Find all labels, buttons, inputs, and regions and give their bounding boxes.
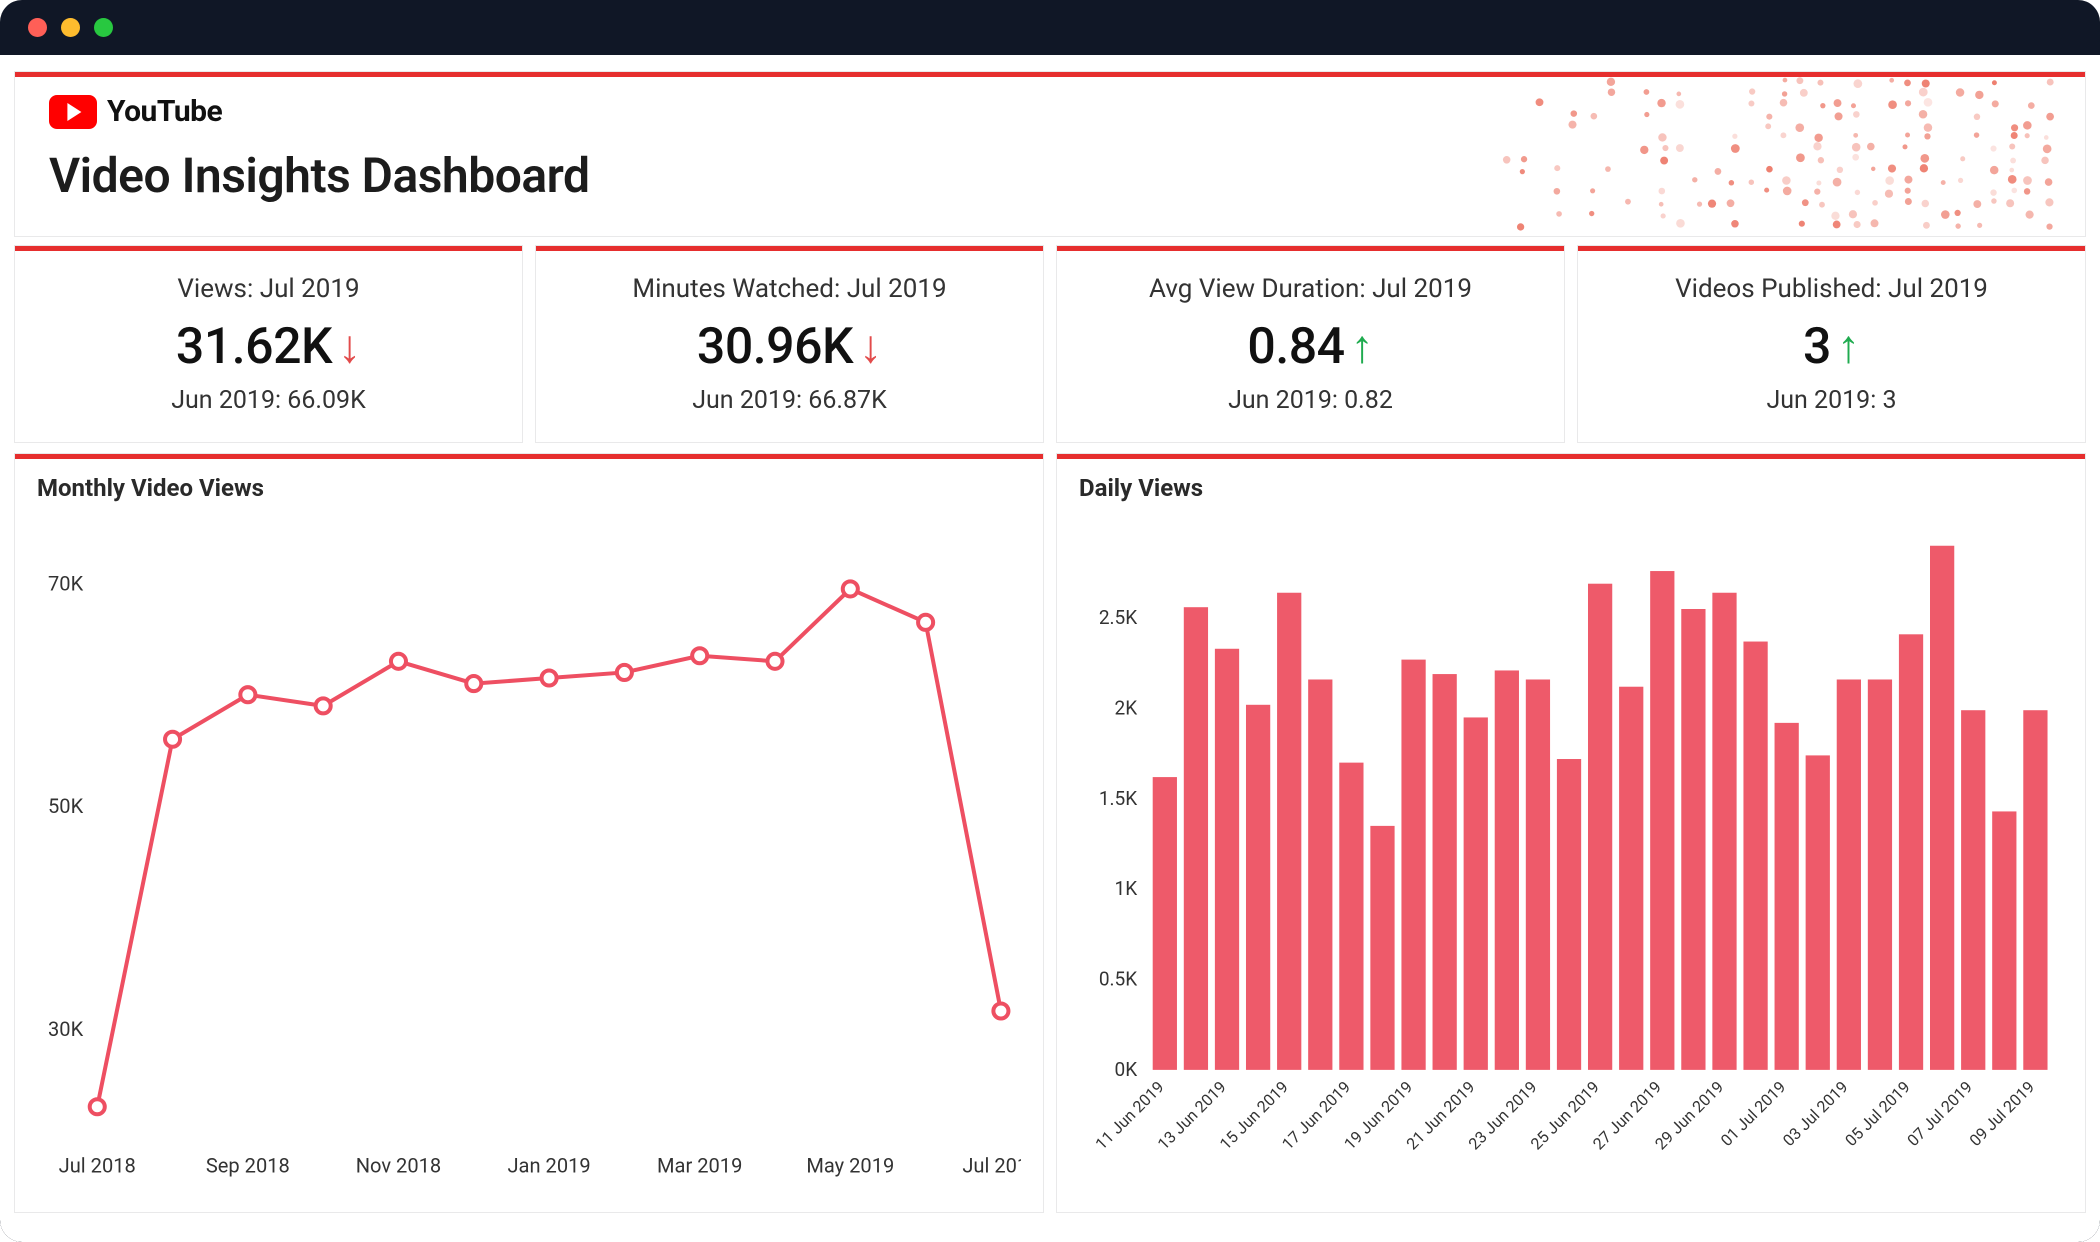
chart-title: Daily Views: [1079, 474, 2063, 502]
accent-bar: [1057, 454, 2085, 459]
kpi-card-minutes: Minutes Watched: Jul 2019 30.96K ↓ Jun 2…: [535, 245, 1044, 443]
kpi-value-row: 3 ↑: [1803, 318, 1860, 376]
accent-bar: [536, 246, 1043, 251]
window-minimize-button[interactable]: [61, 18, 80, 37]
svg-text:Sep 2018: Sep 2018: [206, 1153, 290, 1177]
svg-text:07 Jul 2019: 07 Jul 2019: [1903, 1077, 1976, 1150]
brand-row: YouTube: [49, 94, 2051, 129]
kpi-title: Views: Jul 2019: [177, 274, 359, 304]
svg-text:0.5K: 0.5K: [1099, 968, 1137, 991]
arrow-down-icon: ↓: [338, 324, 361, 370]
svg-text:1K: 1K: [1115, 877, 1138, 900]
bar-chart: 0K0.5K1K1.5K2K2.5K11 Jun 201913 Jun 2019…: [1079, 514, 2063, 1194]
arrow-up-icon: ↑: [1351, 324, 1374, 370]
kpi-comparison: Jun 2019: 66.87K: [692, 386, 887, 415]
line-chart: 30K 50K 70K Jul 2018 Sep 2018 Nov 2018 Jan 201…: [37, 514, 1021, 1194]
kpi-comparison: Jun 2019: 0.82: [1228, 386, 1393, 415]
kpi-value: 31.62K: [176, 318, 332, 376]
svg-text:May 2019: May 2019: [806, 1153, 894, 1177]
accent-bar: [1057, 246, 1564, 251]
kpi-title: Minutes Watched: Jul 2019: [632, 274, 946, 304]
kpi-row: Views: Jul 2019 31.62K ↓ Jun 2019: 66.09…: [14, 245, 2086, 443]
svg-text:2K: 2K: [1115, 696, 1138, 719]
svg-text:05 Jul 2019: 05 Jul 2019: [1841, 1077, 1914, 1150]
kpi-value: 30.96K: [697, 318, 853, 376]
window-titlebar: [0, 0, 2100, 55]
kpi-card-duration: Avg View Duration: Jul 2019 0.84 ↑ Jun 2…: [1056, 245, 1565, 443]
svg-text:Nov 2018: Nov 2018: [356, 1153, 441, 1177]
window-close-button[interactable]: [28, 18, 47, 37]
svg-text:30K: 30K: [48, 1017, 84, 1041]
kpi-title: Avg View Duration: Jul 2019: [1149, 274, 1472, 304]
svg-text:Mar 2019: Mar 2019: [657, 1153, 742, 1177]
kpi-comparison: Jun 2019: 66.09K: [171, 386, 366, 415]
header-card: YouTube Video Insights Dashboard: [14, 71, 2086, 237]
brand-name: YouTube: [107, 94, 222, 129]
youtube-logo-icon: [49, 95, 97, 129]
browser-window: YouTube Video Insights Dashboard Views: …: [0, 0, 2100, 1242]
svg-text:70K: 70K: [48, 571, 84, 595]
svg-text:01 Jul 2019: 01 Jul 2019: [1717, 1077, 1790, 1150]
chart-title: Monthly Video Views: [37, 474, 1021, 502]
arrow-down-icon: ↓: [859, 324, 882, 370]
svg-text:0K: 0K: [1115, 1058, 1138, 1081]
accent-bar: [15, 246, 522, 251]
kpi-value-row: 30.96K ↓: [697, 318, 882, 376]
arrow-up-icon: ↑: [1837, 324, 1860, 370]
window-zoom-button[interactable]: [94, 18, 113, 37]
line-chart-card: Monthly Video Views 30K 50K 70K Jul 2018 Sep…: [14, 453, 1044, 1213]
accent-bar: [15, 454, 1043, 459]
kpi-value: 0.84: [1247, 318, 1344, 376]
accent-bar: [1578, 246, 2085, 251]
kpi-value-row: 31.62K ↓: [176, 318, 361, 376]
chart-row: Monthly Video Views 30K 50K 70K Jul 2018 Sep…: [14, 453, 2086, 1213]
kpi-card-published: Videos Published: Jul 2019 3 ↑ Jun 2019:…: [1577, 245, 2086, 443]
svg-text:Jan 2019: Jan 2019: [507, 1153, 590, 1177]
kpi-value: 3: [1803, 318, 1831, 376]
app-viewport: YouTube Video Insights Dashboard Views: …: [0, 55, 2100, 1242]
svg-text:Jul 2019: Jul 2019: [962, 1153, 1021, 1177]
page-title: Video Insights Dashboard: [49, 147, 2051, 204]
kpi-title: Videos Published: Jul 2019: [1675, 274, 1988, 304]
bar-chart-body: 0K0.5K1K1.5K2K2.5K11 Jun 201913 Jun 2019…: [1079, 514, 2063, 1194]
svg-text:1.5K: 1.5K: [1099, 787, 1137, 810]
svg-text:09 Jul 2019: 09 Jul 2019: [1966, 1077, 2039, 1150]
bar-chart-card: Daily Views 0K0.5K1K1.5K2K2.5K11 Jun 201…: [1056, 453, 2086, 1213]
svg-text:03 Jul 2019: 03 Jul 2019: [1779, 1077, 1852, 1150]
svg-text:2.5K: 2.5K: [1099, 606, 1137, 629]
svg-text:Jul 2018: Jul 2018: [59, 1153, 136, 1177]
svg-text:50K: 50K: [48, 794, 84, 818]
line-chart-body: 30K 50K 70K Jul 2018 Sep 2018 Nov 2018 Jan 201…: [37, 514, 1021, 1194]
accent-bar: [15, 72, 2085, 77]
kpi-comparison: Jun 2019: 3: [1766, 386, 1896, 415]
kpi-card-views: Views: Jul 2019 31.62K ↓ Jun 2019: 66.09…: [14, 245, 523, 443]
kpi-value-row: 0.84 ↑: [1247, 318, 1373, 376]
